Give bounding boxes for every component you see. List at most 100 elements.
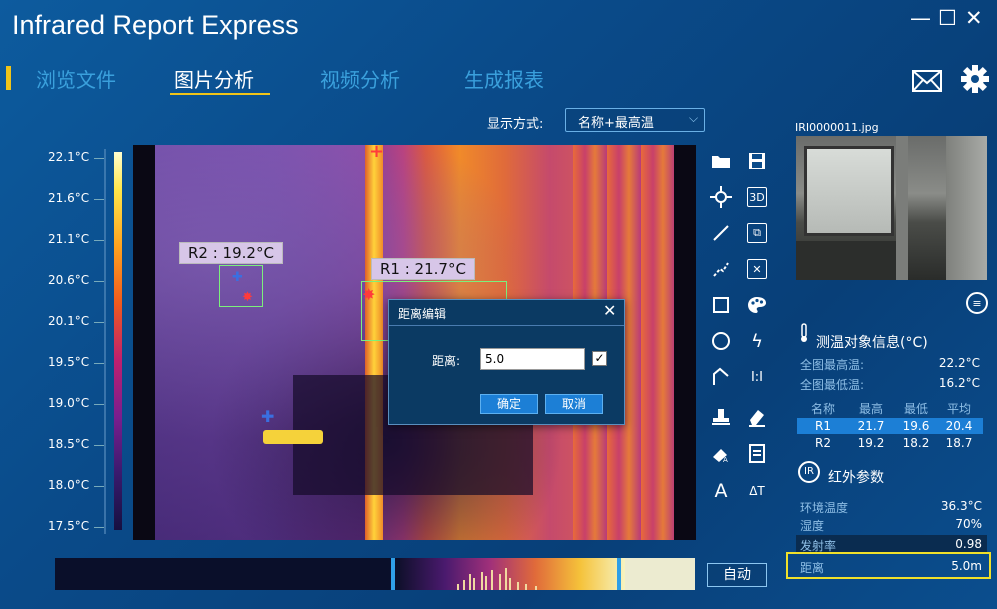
text-icon[interactable]: A: [708, 478, 734, 504]
gear-icon[interactable]: [960, 64, 990, 98]
scale-tick-label: 17.5°C: [48, 519, 90, 533]
column-header: 最高: [858, 402, 883, 416]
ok-button[interactable]: 确定: [480, 394, 538, 414]
thermometer-icon: [797, 323, 811, 347]
lightning-icon[interactable]: ϟ: [744, 328, 770, 354]
palette-icon[interactable]: [744, 292, 770, 318]
copy-icon[interactable]: ⧉: [747, 223, 767, 243]
scale-tick-label: 19.5°C: [48, 355, 90, 369]
auto-button[interactable]: 自动: [707, 563, 767, 587]
svg-text:A: A: [723, 456, 728, 463]
param-value[interactable]: 70%: [910, 517, 982, 531]
min-marker-icon: ✚: [232, 270, 243, 285]
scale-track: [104, 149, 106, 534]
tab-image-analysis[interactable]: 图片分析: [174, 64, 254, 93]
scale-tick-mark: [94, 527, 104, 528]
scale-tick-mark: [94, 158, 104, 159]
window-pane: [804, 146, 894, 236]
dialog-close-icon[interactable]: ✕: [603, 301, 616, 320]
distance-checkbox[interactable]: ✓: [592, 351, 607, 366]
column-header: 名称: [810, 402, 835, 416]
scale-tick-label: 20.1°C: [48, 314, 90, 328]
rectangle-icon[interactable]: [708, 292, 734, 318]
close-button[interactable]: ✕: [965, 6, 983, 30]
histogram-bars: [457, 568, 537, 590]
table-cell: 19.6: [902, 419, 930, 433]
table-cell: 21.7: [857, 419, 885, 433]
display-mode-value: 名称+最高温: [578, 116, 654, 131]
ratio-icon[interactable]: I:I: [744, 364, 770, 390]
cancel-button[interactable]: 取消: [545, 394, 603, 414]
polyline-icon[interactable]: [708, 256, 734, 282]
scale-tick-mark: [94, 486, 104, 487]
preview-file-name: IRI0000011.jpg: [795, 121, 879, 134]
image-max-value: 22.2°C: [938, 356, 980, 370]
import-icon[interactable]: A: [708, 440, 734, 466]
image-max-label: 全图最高温:: [800, 358, 865, 372]
delete-icon[interactable]: ✕: [747, 259, 767, 279]
scale-tick-mark: [94, 445, 104, 446]
list-icon[interactable]: ≡: [966, 292, 988, 314]
table-cell: R1: [815, 419, 831, 433]
measurement-title: 测温对象信息(°C): [816, 335, 928, 351]
image-min-label: 全图最低温:: [800, 378, 865, 392]
save-icon[interactable]: [744, 148, 770, 174]
scale-tick-label: 18.5°C: [48, 437, 90, 451]
export-icon[interactable]: [744, 440, 770, 466]
line-icon[interactable]: [708, 220, 734, 246]
histogram-tail: [625, 558, 695, 590]
maximize-button[interactable]: ☐: [938, 6, 957, 30]
table-cell: 18.7: [945, 436, 973, 450]
mail-icon[interactable]: [912, 70, 942, 96]
param-value[interactable]: 36.3°C: [910, 499, 982, 513]
min-marker-icon: ✚: [261, 407, 275, 426]
param-value[interactable]: 0.98: [910, 537, 982, 551]
chevron-down-icon: ⌵: [689, 111, 699, 125]
dialog-title: 距离编辑: [398, 307, 447, 321]
column-header: 最低: [903, 402, 928, 416]
scale-tick-label: 19.0°C: [48, 396, 90, 410]
param-value[interactable]: 5.0m: [910, 559, 982, 573]
desk-area: [796, 241, 896, 280]
polygon-icon[interactable]: [708, 364, 734, 390]
ir-params-title: 红外参数: [828, 470, 884, 486]
toolbar: 3D ⧉ ✕ ϟ I:I A A ΔT: [706, 148, 776, 502]
table-cell[interactable]: R2: [800, 436, 846, 450]
3d-icon[interactable]: 3D: [747, 187, 767, 207]
tab-accent-bar: [6, 66, 11, 90]
histogram-min-handle[interactable]: [391, 558, 395, 590]
hot-object: [263, 430, 323, 444]
dialog-divider: [389, 325, 624, 326]
temperature-color-bar[interactable]: [114, 152, 122, 530]
temperature-histogram[interactable]: [55, 558, 695, 590]
scale-tick-label: 22.1°C: [48, 150, 90, 164]
circle-icon[interactable]: [708, 328, 734, 354]
histogram-max-handle[interactable]: [617, 558, 621, 590]
point-icon[interactable]: [708, 184, 734, 210]
tab-video-analysis[interactable]: 视频分析: [320, 64, 400, 93]
region-r1-label: R1 : 21.7°C: [371, 258, 475, 280]
scale-tick-mark: [94, 240, 104, 241]
eraser-icon[interactable]: [744, 404, 770, 430]
region-r2-label: R2 : 19.2°C: [179, 242, 283, 264]
scale-tick-label: 21.6°C: [48, 191, 90, 205]
scale-tick-label: 20.6°C: [48, 273, 90, 287]
ir-icon: IR: [798, 461, 820, 483]
max-marker-icon: ✸: [242, 290, 253, 305]
max-marker-icon: ✸: [362, 285, 376, 304]
tab-generate-report[interactable]: 生成报表: [464, 64, 544, 93]
text-size-icon[interactable]: ΔT: [744, 478, 770, 504]
table-cell: 19.2: [857, 436, 885, 450]
app-title: Infrared Report Express: [12, 10, 299, 40]
minimize-button[interactable]: —: [910, 6, 931, 30]
tab-browse-files[interactable]: 浏览文件: [36, 64, 116, 93]
distance-field[interactable]: [480, 348, 585, 370]
scale-tick-mark: [94, 322, 104, 323]
scale-tick-label: 18.0°C: [48, 478, 90, 492]
table-cell: 18.2: [902, 436, 930, 450]
distance-field-label: 距离:: [432, 354, 461, 368]
folder-icon[interactable]: [708, 148, 734, 174]
scale-tick-mark: [94, 363, 104, 364]
visual-preview-image[interactable]: [796, 136, 987, 280]
stamp-icon[interactable]: [708, 404, 734, 430]
